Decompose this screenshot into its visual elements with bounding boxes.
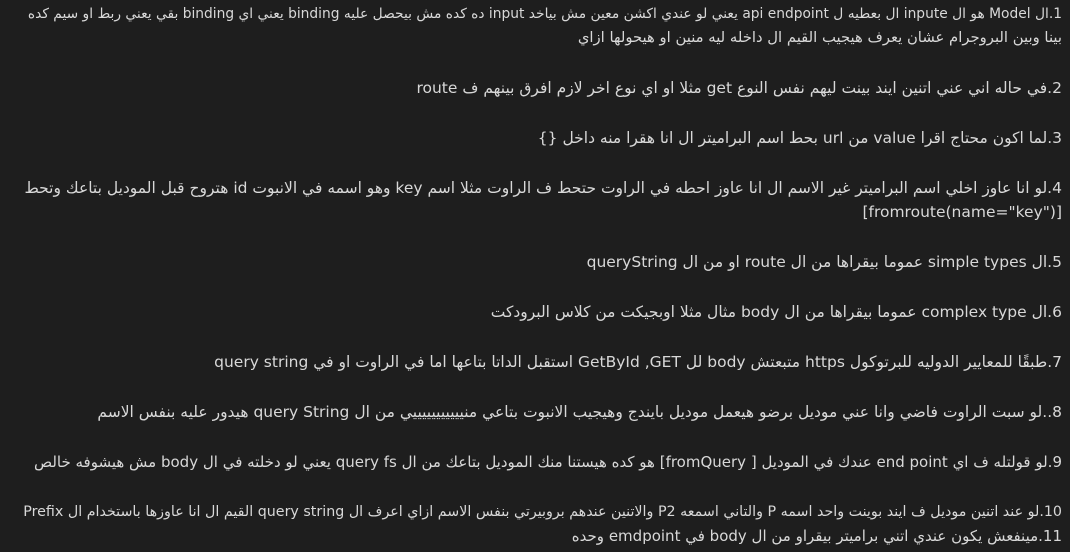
paragraph-empty-route: 8..لو سبت الراوت فاضي وانا عني موديل برض… [22, 400, 1062, 424]
paragraph-line: 2.في حاله اني عني اتنين ايند بينت ليهم ن… [416, 79, 1062, 97]
paragraph-prefix-and-body: 10.لو عند اتنين موديل ف ايند بوينت واحد … [22, 500, 1062, 548]
paragraph-complex-type: 6.ال complex type عموما بيقراها من ال bo… [22, 300, 1062, 324]
paragraph-line: بينا وبين البروجرام عشان يعرف هيجيب القي… [577, 29, 1062, 46]
paragraph-fromroute-name: 4.لو انا عاوز اخلي اسم البراميتر غير الا… [22, 176, 1062, 224]
paragraph-line: 10.لو عند اتنين موديل ف ايند بوينت واحد … [23, 504, 1062, 520]
paragraph-model-binding: 1.ال Model هو ال inpute ال بعطيه ل api e… [22, 2, 1062, 50]
paragraph-line: 1.ال Model هو ال inpute ال بعطيه ل api e… [27, 6, 1062, 22]
paragraph-simple-types: 5.ال simple types عموما بيقراها من ال ro… [22, 250, 1062, 274]
paragraph-line: 8..لو سبت الراوت فاضي وانا عني موديل برض… [97, 403, 1062, 421]
paragraph-line: [fromroute(name="key")] [862, 203, 1062, 221]
paragraph-fromquery: 9.لو قولتله ف اي end point عندك في المود… [22, 450, 1062, 474]
document-body: 1.ال Model هو ال inpute ال بعطيه ل api e… [0, 0, 1070, 552]
paragraph-line: 3.لما اكون محتاج اقرا value من url بحط ا… [537, 129, 1062, 147]
paragraph-line: 9.لو قولتله ف اي end point عندك في المود… [33, 453, 1062, 471]
paragraph-line: 6.ال complex type عموما بيقراها من ال bo… [490, 303, 1062, 321]
paragraph-line: 11.مينفعش يكون عندي اتني براميتر بيقراو … [571, 527, 1062, 545]
paragraph-line: 5.ال simple types عموما بيقراها من ال ro… [586, 253, 1062, 271]
paragraph-get-body: 7.طبقًا للمعايير الدوليه للبرتوكول https… [22, 350, 1062, 374]
paragraph-line: 7.طبقًا للمعايير الدوليه للبرتوكول https… [214, 353, 1062, 371]
paragraph-route-difference: 2.في حاله اني عني اتنين ايند بينت ليهم ن… [22, 76, 1062, 100]
paragraph-line: 4.لو انا عاوز اخلي اسم البراميتر غير الا… [24, 179, 1062, 197]
paragraph-url-value: 3.لما اكون محتاج اقرا value من url بحط ا… [22, 126, 1062, 150]
